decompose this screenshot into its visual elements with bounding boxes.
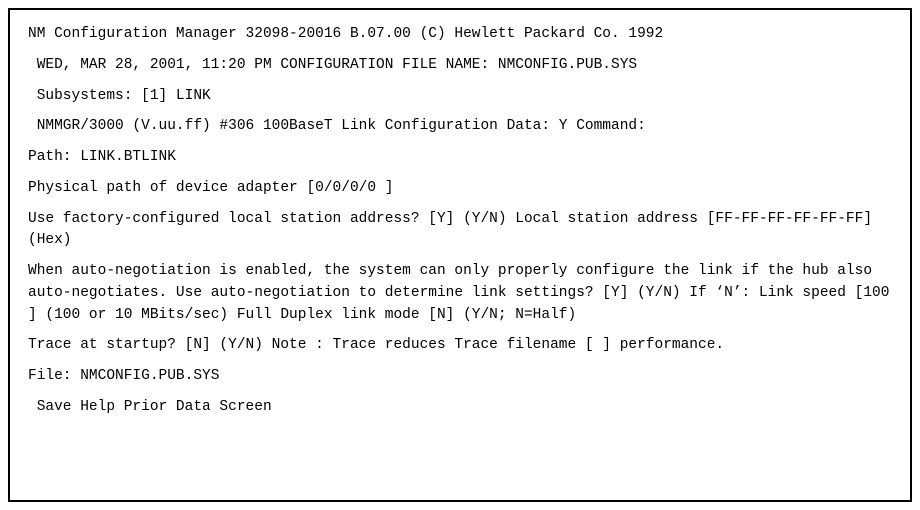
nmmgr-line[interactable]: NMMGR/3000 (V.uu.ff) #306 100BaseT Link … — [28, 116, 892, 138]
auto-negotiation-line[interactable]: When auto-negotiation is enabled, the sy… — [28, 261, 892, 326]
datetime-line: WED, MAR 28, 2001, 11:20 PM CONFIGURATIO… — [28, 55, 892, 77]
terminal-screen: NM Configuration Manager 32098-20016 B.0… — [8, 8, 912, 502]
header-line: NM Configuration Manager 32098-20016 B.0… — [28, 24, 892, 46]
path-line: Path: LINK.BTLINK — [28, 147, 892, 169]
subsystems-line[interactable]: Subsystems: [1] LINK — [28, 86, 892, 108]
file-line: File: NMCONFIG.PUB.SYS — [28, 366, 892, 388]
physical-path-line[interactable]: Physical path of device adapter [0/0/0/0… — [28, 178, 892, 200]
factory-config-line[interactable]: Use factory-configured local station add… — [28, 209, 892, 253]
commands-line[interactable]: Save Help Prior Data Screen — [28, 397, 892, 419]
trace-line[interactable]: Trace at startup? [N] (Y/N) Note : Trace… — [28, 335, 892, 357]
